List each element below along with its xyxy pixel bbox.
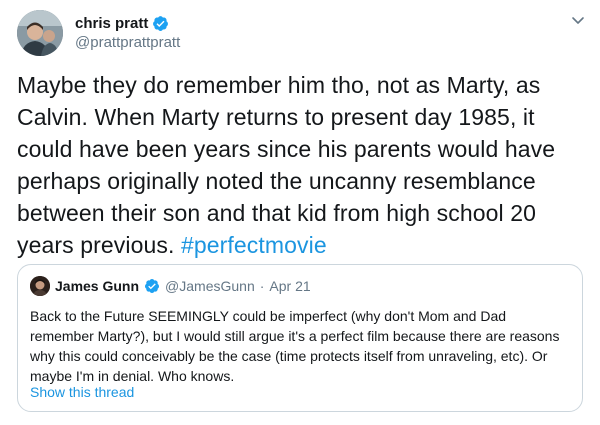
- tweet-card: chris pratt @prattprattpratt Maybe they …: [0, 0, 600, 425]
- quoted-tweet-header: James Gunn @JamesGunn · Apr 21: [30, 276, 311, 296]
- quoted-separator: ·: [259, 278, 265, 294]
- quoted-avatar-image: [30, 276, 50, 296]
- hashtag-link[interactable]: #perfectmovie: [181, 232, 327, 258]
- quoted-tweet-text: Back to the Future SEEMINGLY could be im…: [30, 308, 560, 384]
- verified-badge-icon: [144, 278, 160, 294]
- quoted-handle[interactable]: @JamesGunn: [165, 278, 255, 294]
- tweet-text: Maybe they do remember him tho, not as M…: [17, 69, 587, 261]
- author-display-name[interactable]: chris pratt: [75, 15, 148, 32]
- chevron-down-icon[interactable]: [570, 12, 586, 28]
- avatar-image: [17, 10, 63, 56]
- quoted-author-avatar[interactable]: [30, 276, 50, 296]
- author-name-row: chris pratt: [75, 13, 169, 33]
- quoted-display-name[interactable]: James Gunn: [55, 278, 139, 294]
- verified-badge-icon: [152, 15, 169, 32]
- quoted-date[interactable]: Apr 21: [269, 278, 310, 294]
- quoted-tweet[interactable]: James Gunn @JamesGunn · Apr 21 Back to t…: [17, 264, 583, 412]
- author-handle[interactable]: @prattprattpratt: [75, 34, 180, 51]
- author-avatar[interactable]: [17, 10, 63, 56]
- tweet-body: Maybe they do remember him tho, not as M…: [17, 72, 556, 258]
- show-thread-link[interactable]: Show this thread: [30, 384, 134, 400]
